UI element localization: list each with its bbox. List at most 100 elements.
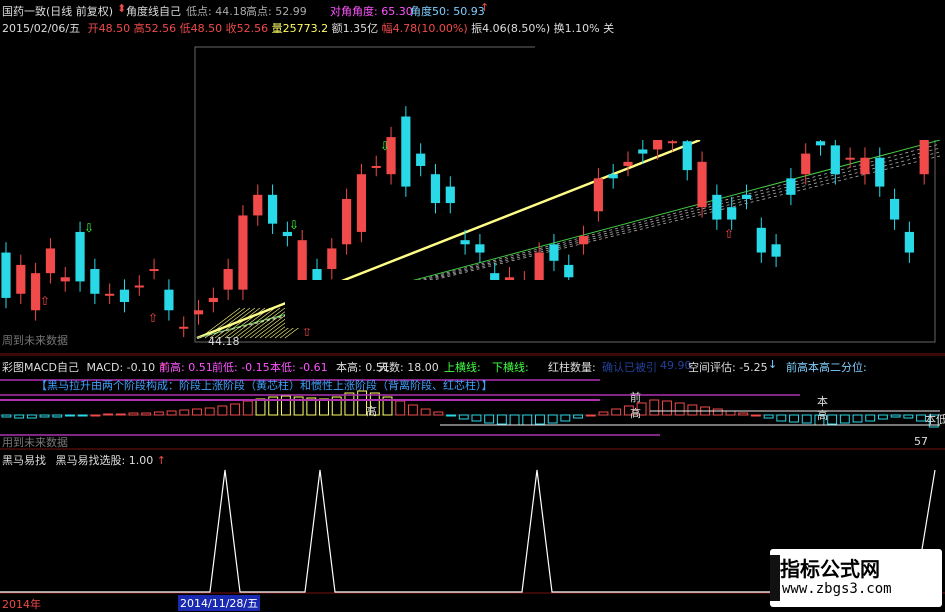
candle-body [578,236,589,245]
candle-body [267,194,278,224]
info-vol: 量25773.2 [271,22,329,35]
macd-bar [763,414,774,419]
down-arrow-marker: ⇩ [84,221,94,235]
candle-body [549,244,559,261]
candle-body [179,326,189,329]
macd-bar [1,414,12,418]
up-arrow-icon: ↑ [480,1,490,14]
macd-bar [217,405,228,416]
indicator-arrow-icon: ⬍ [117,2,127,15]
info-high: 高52.56 [133,22,177,35]
up-arrow-marker: ⇧ [724,227,734,241]
macd-bar [166,410,177,416]
angle-fill-line [214,307,256,339]
macd-cur-low: 本低: -0.61 [270,361,328,374]
signal-arrow-icon: ↑ [156,454,166,467]
candle-body [741,194,752,199]
indicator-name[interactable]: 角度线自己 [126,3,181,19]
candle-body [623,161,633,166]
macd-bar [801,414,812,424]
high-point: 高点: 52.99 [246,5,307,18]
macd-blurred-value: 49.90 [660,359,692,372]
macd-bar [585,414,596,417]
price-panel[interactable]: ⇩ ⇩ ⇩ ⇧ ⇧ ⇧ ⇧ 国药一致(日线 前复权) ⬍ 角度线自己 低点: 44.18 高… [0,0,945,355]
macd-val57: 57 [914,435,928,448]
macd-bar [52,414,63,418]
candle-body [238,215,248,290]
candle-body [564,264,574,278]
info-tail: 关 [603,22,615,35]
macd-bar [128,412,139,416]
info-bar: 2015/02/06/五 开48.50 高52.56 低48.50 收52.56… [2,20,614,36]
macd-bar [77,414,88,417]
macd-red-count: 红柱数量: [548,361,596,374]
candle-body [801,153,811,175]
candle-body [889,198,900,220]
candle-body [342,198,352,245]
macd-bar [90,414,101,417]
info-amp: 振4.06(8.50%) [471,22,551,35]
candle-body [45,248,56,274]
macd-bar [573,414,584,419]
candle-body [134,285,144,288]
candle-body [327,248,337,270]
macd-panel[interactable]: 彩图MACD自己 MACD: -0.10 ↑ 前高: 0.51 前低: -0.1… [0,355,945,450]
candle-body [830,145,840,175]
up-arrow-marker: ⇧ [148,311,158,325]
angle-fill-line [234,307,276,339]
macd-bar [192,408,202,416]
macd-bar [420,408,431,416]
macd-bar [103,413,114,416]
candle-body [815,141,826,146]
angle-fill-line [224,307,266,339]
down-arrow-marker: ⇩ [380,139,390,153]
candle-body [786,178,796,195]
angle-fill-line [209,307,251,339]
macd-bar [649,399,660,416]
info-close: 收52.56 [225,22,269,35]
watermark-title: 指标公式网 [780,557,880,581]
macd-down-line: 下横线: [492,361,529,374]
macd-bar [903,414,914,419]
info-open: 开48.50 [87,22,131,35]
macd-bar [611,408,622,416]
macd-bar [877,414,888,420]
candle-body [593,178,603,212]
stock-title: 国药一致(日线 前复权) [2,5,114,18]
candle-body [756,227,766,253]
macd-bar [141,412,152,416]
info-amount: 额1.35亿 [331,22,379,35]
candle-body [401,116,411,187]
footer-year: 2014年 [2,598,41,611]
angle-fill-line [204,307,246,339]
candle-body [534,252,544,282]
info-turn: 换1.10% [553,22,600,35]
macd-bar [471,414,482,422]
angle-50: 角度50: 50.93 [410,5,485,18]
candle-body [16,264,26,294]
macd-header: 彩图MACD自己 MACD: -0.10 ↑ [2,359,168,375]
price-chart[interactable]: ⇩ ⇩⇩⇧⇧⇧⇧ [0,0,945,355]
low-point: 低点: 44.18 [186,5,247,18]
macd-bar [242,400,253,416]
macd-bar [662,400,672,416]
candle-body [416,153,426,166]
macd-bar [433,411,444,416]
price-future-label: 周到未来数据 [2,334,68,347]
candle-body [460,240,470,245]
macd-lian: 本低 [925,413,945,426]
macd-bar [319,398,329,416]
candle-body [31,273,41,311]
macd-bar [484,414,495,424]
candle-body [282,231,292,237]
macd-banner: 【黑马拉升由两个阶段构成：阶段上涨阶段（黄芯柱）和惯性上涨阶段（背离阶段、红芯柱… [36,379,493,392]
macd-bar [522,414,533,426]
watermark-url: www.zbgs3.com [782,581,892,597]
candle-body [75,231,85,282]
macd-days: 天数: 18.00 [378,361,439,374]
macd-bar [776,414,787,422]
macd-qian: 前 [630,391,641,404]
macd-bar [395,400,406,416]
macd-bar [598,411,609,416]
candle-body [371,165,381,168]
